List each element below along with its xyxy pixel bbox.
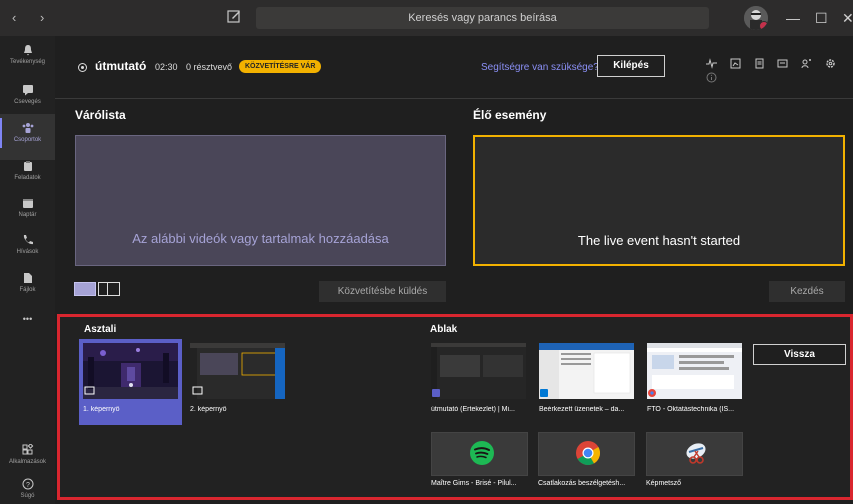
queue-placeholder: Az alábbi videók vagy tartalmak hozzáadá… <box>132 231 389 246</box>
screen-label: 2. képernyő <box>190 406 227 413</box>
status-badge: KÖZVETÍTÉSRE VÁR <box>239 60 322 73</box>
live-status: The live event hasn't started <box>577 233 741 248</box>
share-tray: Asztali Ablak 1. képernyő 2. képernyő út… <box>57 314 853 500</box>
rail-label: Feladatok <box>14 175 41 181</box>
rail-item-activity[interactable]: Tevékenység <box>0 44 55 65</box>
chat-icon <box>22 85 33 96</box>
queue-preview[interactable]: Az alábbi videók vagy tartalmak hozzáadá… <box>75 135 446 266</box>
new-chat-icon[interactable] <box>226 8 242 24</box>
app-thumbnail[interactable] <box>431 432 528 476</box>
apps-icon <box>22 444 33 455</box>
app-label: Csatlakozás beszélgetésh... <box>538 480 626 487</box>
app-label: Maître Gims - Brisé - Pilul... <box>431 480 517 487</box>
event-time: 02:30 <box>155 62 178 72</box>
screen-label: 1. képernyő <box>83 406 120 413</box>
info-icon[interactable] <box>701 72 722 86</box>
toolbar-icons <box>701 58 853 86</box>
rail-label: Súgó <box>20 493 35 499</box>
window-label: FTO - Oktatástechnika (IS... <box>647 406 735 413</box>
app-rail: Tevékenység Csevegés Csoportok Feladatok… <box>0 36 55 504</box>
app-thumbnail[interactable] <box>538 432 635 476</box>
svg-text:?: ? <box>26 482 30 489</box>
rail-item-assignments[interactable]: Feladatok <box>0 160 55 181</box>
event-header: útmutató 02:30 0 résztvevő KÖZVETÍTÉSRE … <box>55 36 853 99</box>
rail-label: Naptár <box>18 212 37 218</box>
window-preview-image <box>431 343 526 399</box>
settings-icon[interactable] <box>820 58 841 72</box>
teams-icon <box>22 123 33 133</box>
leave-button[interactable]: Kilépés <box>597 55 665 77</box>
maximize-button[interactable]: ☐ <box>815 10 828 27</box>
rail-label: Hívások <box>16 249 39 255</box>
participants-icon[interactable] <box>796 58 817 72</box>
screen-thumbnail[interactable]: 1. képernyő <box>79 339 182 425</box>
chat-panel-icon[interactable] <box>772 58 793 72</box>
window-preview-image <box>647 343 742 399</box>
rail-item-more[interactable]: ••• <box>0 314 55 324</box>
rail-label: Alkalmazások <box>8 459 46 465</box>
performance-icon[interactable] <box>725 58 746 72</box>
notes-icon[interactable] <box>749 58 770 72</box>
nav-arrows[interactable]: ‹ › <box>12 10 54 25</box>
rail-item-help[interactable]: ? Súgó <box>0 478 55 499</box>
live-label: Élő esemény <box>473 108 547 122</box>
rail-item-calendar[interactable]: Naptár <box>0 197 55 218</box>
chrome-icon <box>576 441 600 465</box>
window-label: Beérkezett üzenetek – da... <box>539 406 625 413</box>
more-icon: ••• <box>22 314 33 324</box>
title-bar: ‹ › Keresés vagy parancs beírása — ☐ ✕ <box>0 0 853 36</box>
app-label: Képmetsző <box>646 480 682 487</box>
window-section-label: Ablak <box>430 324 458 335</box>
help-icon: ? <box>22 478 33 490</box>
snipping-tool-icon <box>686 443 706 464</box>
files-icon <box>23 273 32 283</box>
participant-count: 0 résztvevő <box>186 62 233 72</box>
window-thumbnail[interactable]: útmutató (Értekezlet) | Mi... <box>427 339 530 425</box>
rail-label: Fájlok <box>19 287 36 293</box>
search-input[interactable]: Keresés vagy parancs beírása <box>256 7 709 29</box>
phone-icon <box>23 235 33 245</box>
send-to-live-button[interactable]: Közvetítésbe küldés <box>319 281 446 302</box>
window-thumbnail[interactable]: Beérkezett üzenetek – da... <box>535 339 638 425</box>
close-button[interactable]: ✕ <box>842 10 853 27</box>
event-title: útmutató <box>95 59 147 73</box>
rail-item-calls[interactable]: Hívások <box>0 234 55 255</box>
screen-preview-image <box>83 343 178 399</box>
spotify-icon <box>470 441 494 465</box>
bell-icon <box>23 45 32 56</box>
queue-label: Várólista <box>75 108 126 122</box>
single-layout-icon[interactable] <box>74 282 96 296</box>
app-thumbnail[interactable] <box>646 432 743 476</box>
split-layout-icon[interactable] <box>98 282 120 296</box>
screen-thumbnail[interactable]: 2. képernyő <box>186 339 289 425</box>
presence-busy-icon <box>759 21 768 30</box>
rail-item-teams[interactable]: Csoportok <box>0 114 55 160</box>
rail-item-files[interactable]: Fájlok <box>0 272 55 293</box>
start-button[interactable]: Kezdés <box>769 281 845 302</box>
assignments-icon <box>23 161 32 171</box>
rail-item-apps[interactable]: Alkalmazások <box>0 444 55 465</box>
help-link[interactable]: Segítségre van szüksége? <box>481 62 599 73</box>
avatar[interactable] <box>744 6 768 30</box>
health-icon[interactable] <box>701 58 722 72</box>
minimize-button[interactable]: — <box>786 10 800 26</box>
live-preview: The live event hasn't started <box>473 135 845 266</box>
rail-item-chat[interactable]: Csevegés <box>0 84 55 105</box>
calendar-icon <box>22 199 33 208</box>
window-label: útmutató (Értekezlet) | Mi... <box>431 406 515 413</box>
back-button[interactable]: Vissza <box>753 344 846 365</box>
desktop-section-label: Asztali <box>84 324 117 335</box>
screen-preview-image <box>190 343 285 399</box>
live-indicator-icon <box>78 63 87 72</box>
rail-label: Tevékenység <box>9 59 46 65</box>
window-preview-image <box>539 343 634 399</box>
rail-label: Csoportok <box>13 137 42 143</box>
rail-label: Csevegés <box>14 99 41 105</box>
window-thumbnail[interactable]: FTO - Oktatástechnika (IS... <box>643 339 746 425</box>
